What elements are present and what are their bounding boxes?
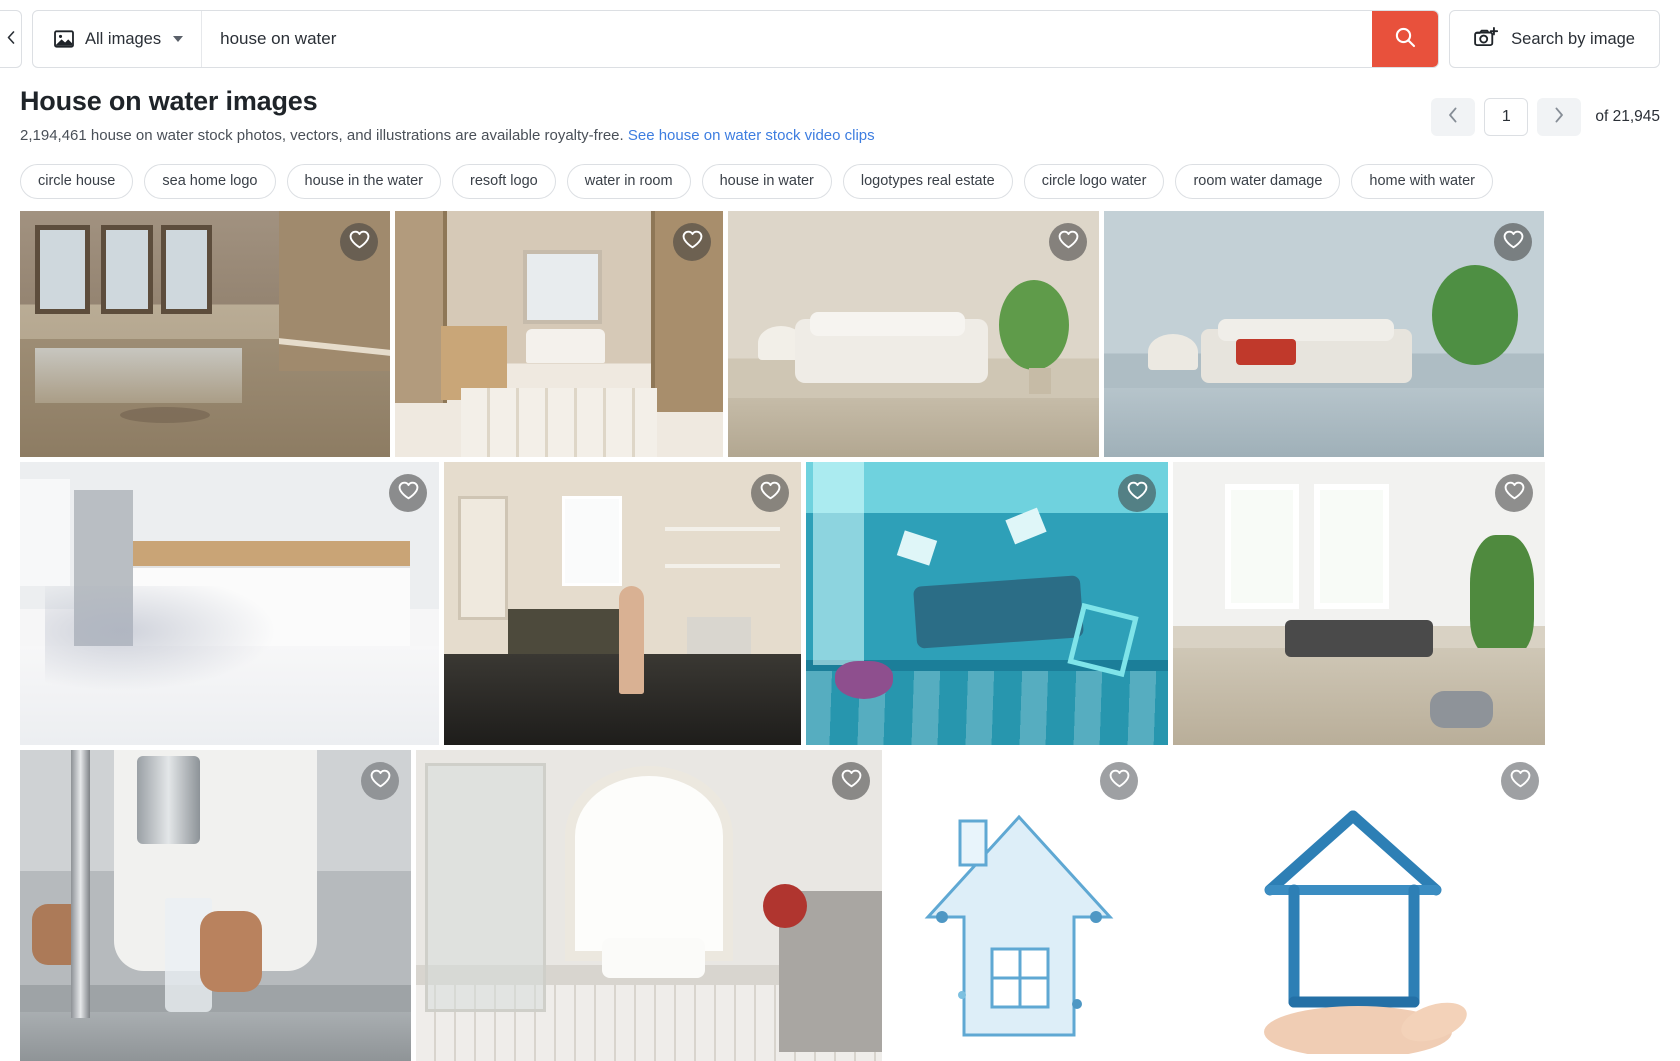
image-type-dropdown[interactable]: All images bbox=[33, 11, 203, 67]
result-thumbnail bbox=[20, 461, 439, 745]
related-tag-chip[interactable]: house in the water bbox=[286, 163, 441, 199]
heart-outline-icon bbox=[1127, 481, 1148, 505]
search-submit-button[interactable] bbox=[1372, 11, 1439, 67]
result-water-house-splash[interactable] bbox=[887, 749, 1150, 1061]
search-by-image-button[interactable]: Search by image bbox=[1449, 10, 1660, 68]
heart-outline-icon bbox=[760, 481, 781, 505]
camera-plus-icon bbox=[1474, 26, 1499, 53]
results-count-text: 2,194,461 house on water stock photos, v… bbox=[20, 127, 624, 145]
favorite-button[interactable] bbox=[340, 222, 378, 261]
heart-outline-icon bbox=[1510, 769, 1531, 793]
search-by-image-label: Search by image bbox=[1511, 29, 1635, 48]
related-tag-chip[interactable]: home with water bbox=[1351, 163, 1493, 199]
favorite-button[interactable] bbox=[1100, 761, 1138, 800]
result-thumbnail bbox=[1173, 461, 1545, 745]
image-type-label: All images bbox=[85, 29, 162, 48]
heart-outline-icon bbox=[1058, 230, 1079, 254]
pagination-current-page: 1 bbox=[1501, 108, 1511, 125]
image-results-grid bbox=[0, 210, 1680, 1061]
image-icon bbox=[53, 28, 75, 50]
heart-outline-icon bbox=[349, 230, 370, 254]
related-searches: circle house sea home logo house in the wa… bbox=[0, 146, 1680, 211]
chevron-left-icon bbox=[1448, 107, 1458, 128]
related-tag-chip[interactable]: resoft logo bbox=[452, 163, 556, 199]
result-thumbnail bbox=[1155, 749, 1551, 1061]
top-search-bar: All images Search by image bbox=[0, 0, 1680, 78]
heart-outline-icon bbox=[1503, 230, 1524, 254]
result-flooded-hallway[interactable] bbox=[20, 210, 390, 457]
favorite-button[interactable] bbox=[1118, 473, 1156, 512]
chevron-left-icon bbox=[7, 31, 15, 47]
result-thumbnail bbox=[1104, 210, 1544, 457]
stock-video-clips-link[interactable]: See house on water stock video clips bbox=[628, 127, 875, 144]
sidebar-collapse-button[interactable] bbox=[0, 10, 22, 68]
results-header-text: House on water images 2,194,461 house on… bbox=[20, 84, 875, 146]
result-bathroom-corridor[interactable] bbox=[395, 210, 723, 457]
related-tag-chip[interactable]: sea home logo bbox=[144, 163, 276, 199]
result-bright-flooded-room[interactable] bbox=[1173, 461, 1545, 745]
search-input[interactable] bbox=[202, 11, 1373, 67]
pagination-page-input[interactable]: 1 bbox=[1484, 98, 1529, 136]
page-title: House on water images bbox=[20, 86, 318, 116]
heart-outline-icon bbox=[1504, 481, 1525, 505]
result-flooded-bathroom-arch[interactable] bbox=[416, 749, 882, 1061]
results-header: House on water images 2,194,461 house on… bbox=[0, 78, 1680, 146]
search-bar: All images bbox=[32, 10, 1440, 68]
heart-outline-icon bbox=[370, 769, 391, 793]
pagination-total-pages: of 21,945 bbox=[1595, 108, 1660, 125]
pagination: 1 of 21,945 bbox=[1431, 84, 1660, 136]
favorite-button[interactable] bbox=[751, 473, 789, 512]
heart-outline-icon bbox=[841, 769, 862, 793]
result-thumbnail bbox=[416, 749, 882, 1061]
result-tap-water-glass[interactable] bbox=[20, 749, 411, 1061]
image-results-row bbox=[20, 210, 1660, 457]
heart-outline-icon bbox=[1109, 769, 1130, 793]
related-tag-chip[interactable]: house in water bbox=[701, 163, 832, 199]
pagination-next-button[interactable] bbox=[1537, 98, 1582, 136]
related-tag-chip[interactable]: circle house bbox=[20, 163, 134, 199]
favorite-button[interactable] bbox=[1049, 222, 1087, 261]
result-water-house-on-hand[interactable] bbox=[1155, 749, 1551, 1061]
image-results-row bbox=[20, 749, 1660, 1061]
related-tag-chip[interactable]: circle logo water bbox=[1023, 163, 1165, 199]
favorite-button[interactable] bbox=[1501, 761, 1539, 800]
result-boy-snorkel-kitchen[interactable] bbox=[444, 461, 801, 745]
result-white-kitchen-flood[interactable] bbox=[20, 461, 439, 745]
related-tag-chip[interactable]: room water damage bbox=[1175, 163, 1341, 199]
results-subtitle: 2,194,461 house on water stock photos, v… bbox=[20, 126, 875, 146]
related-tag-chip[interactable]: water in room bbox=[566, 163, 691, 199]
result-thumbnail bbox=[20, 210, 390, 457]
related-tag-chip[interactable]: logotypes real estate bbox=[842, 163, 1013, 199]
result-thumbnail bbox=[444, 461, 801, 745]
favorite-button[interactable] bbox=[1495, 473, 1533, 512]
heart-outline-icon bbox=[682, 230, 703, 254]
result-thumbnail bbox=[806, 461, 1168, 745]
favorite-button[interactable] bbox=[832, 761, 870, 800]
favorite-button[interactable] bbox=[673, 222, 711, 261]
image-results-row bbox=[20, 461, 1660, 745]
heart-outline-icon bbox=[398, 481, 419, 505]
chevron-right-icon bbox=[1554, 107, 1564, 128]
result-flooded-living-beige[interactable] bbox=[728, 210, 1099, 457]
chevron-down-icon bbox=[173, 36, 184, 42]
favorite-button[interactable] bbox=[389, 473, 427, 512]
magnifier-icon bbox=[1393, 25, 1417, 54]
favorite-button[interactable] bbox=[361, 761, 399, 800]
favorite-button[interactable] bbox=[1494, 222, 1532, 261]
result-flooded-living-blue[interactable] bbox=[1104, 210, 1544, 457]
result-underwater-room[interactable] bbox=[806, 461, 1168, 745]
result-thumbnail bbox=[20, 749, 411, 1061]
pagination-prev-button[interactable] bbox=[1431, 98, 1476, 136]
result-thumbnail bbox=[728, 210, 1099, 457]
